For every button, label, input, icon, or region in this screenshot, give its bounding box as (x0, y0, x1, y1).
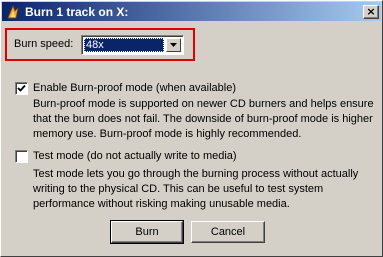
window-title: Burn 1 track on X: (25, 4, 129, 19)
burnproof-description: Burn-proof mode is supported on newer CD… (33, 97, 374, 142)
burnproof-description-line: memory use. Burn-proof mode is highly re… (33, 128, 302, 140)
testmode-label[interactable]: Test mode (do not actually write to medi… (33, 150, 237, 162)
testmode-description-line: writing to the physical CD. This can be … (33, 183, 324, 195)
checkmark-icon (17, 84, 26, 92)
cancel-button-label: Cancel (210, 226, 246, 238)
cancel-button[interactable]: Cancel (191, 221, 265, 243)
burn-button[interactable]: Burn (110, 220, 184, 244)
burnproof-checkbox[interactable] (15, 82, 28, 95)
burnproof-label[interactable]: Enable Burn-proof mode (when available) (33, 82, 236, 94)
burn-speed-label: Burn speed: (14, 38, 74, 50)
title-bar[interactable]: Burn 1 track on X: × (2, 2, 381, 21)
close-icon: × (366, 5, 376, 18)
burnproof-description-line: that the burn does not fail. The downsid… (33, 113, 373, 125)
close-button[interactable]: × (363, 4, 379, 19)
testmode-checkbox[interactable] (15, 150, 28, 163)
testmode-description-line: performance without risking making unusa… (33, 198, 290, 210)
flame-icon (5, 4, 21, 20)
testmode-description: Test mode lets you go through the burnin… (33, 167, 358, 212)
burn-speed-value: 48x (84, 38, 164, 52)
chevron-down-icon (170, 43, 177, 47)
testmode-description-line: Test mode lets you go through the burnin… (33, 168, 359, 180)
burn-button-label: Burn (135, 226, 159, 238)
dropdown-button[interactable] (166, 38, 181, 52)
burn-dialog: Burn 1 track on X: × Burn speed: 48x Ena… (0, 0, 383, 257)
burnproof-description-line: Burn-proof mode is supported on newer CD… (33, 98, 374, 110)
burn-speed-select[interactable]: 48x (81, 35, 184, 55)
